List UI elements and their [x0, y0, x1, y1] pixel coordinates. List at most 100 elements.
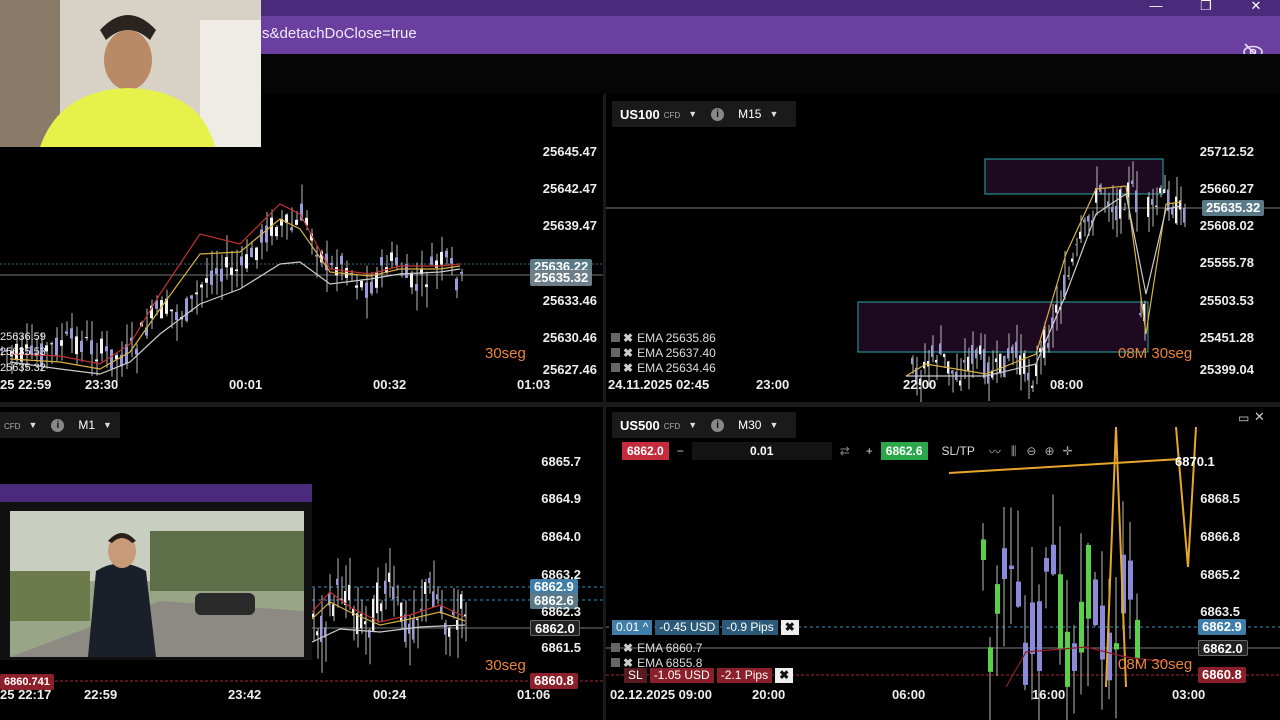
- crosshair-icon[interactable]: ✛: [1063, 444, 1073, 458]
- candle-body: [1093, 579, 1098, 626]
- remove-icon[interactable]: ✖: [623, 641, 633, 655]
- ema-legend-item[interactable]: ✖ EMA 6860.7: [611, 641, 702, 655]
- chevron-down-icon[interactable]: ▼: [769, 109, 778, 119]
- close-panel-icon[interactable]: ✕: [1254, 409, 1265, 425]
- candle-body: [340, 255, 343, 265]
- sltp-button[interactable]: SL/TP: [942, 444, 975, 458]
- position-line[interactable]: 0.01 ^ -0.45 USD -0.9 Pips ✖: [612, 620, 802, 635]
- maximize-icon[interactable]: ▭: [1238, 411, 1249, 425]
- candle-body: [435, 260, 438, 268]
- remove-icon[interactable]: ✖: [623, 361, 633, 375]
- candle-body: [967, 356, 969, 371]
- decrease-qty-button[interactable]: −: [677, 444, 684, 458]
- restore-icon[interactable]: ❐: [1186, 0, 1226, 16]
- y-label: 25633.46: [542, 293, 597, 308]
- x-label: 06:00: [892, 687, 926, 702]
- y-label: 25712.52: [1199, 144, 1254, 159]
- candle-body: [1163, 189, 1165, 194]
- candle-body: [1015, 341, 1017, 358]
- candle-body: [975, 349, 977, 359]
- candle-body: [200, 284, 203, 288]
- price-tag-current: 25635.32: [530, 270, 593, 286]
- close-position-icon[interactable]: ✖: [780, 620, 799, 635]
- candle-body: [420, 608, 422, 611]
- candle-body: [1087, 216, 1089, 222]
- candle-body: [195, 292, 198, 295]
- ema-value: EMA 6860.7: [637, 641, 703, 655]
- symbol-selector[interactable]: US100 CFD ▼ i M15 ▼: [612, 101, 796, 127]
- minimize-icon[interactable]: —: [1136, 0, 1176, 16]
- candle-body: [931, 345, 933, 358]
- info-icon[interactable]: i: [51, 418, 65, 432]
- stoploss-line[interactable]: SL -1.05 USD -2.1 Pips ✖: [624, 668, 796, 683]
- y-label: 6862.3: [541, 604, 581, 619]
- candle-body: [250, 247, 253, 258]
- url-text: s&detachDoClose=true: [262, 25, 417, 42]
- symbol-selector[interactable]: CFD ▼ i M1 ▼: [0, 412, 120, 438]
- candle-body: [220, 268, 223, 282]
- webcam-image: [0, 0, 261, 147]
- close-icon[interactable]: ✕: [1236, 0, 1276, 16]
- buy-button[interactable]: 6862.6: [880, 442, 928, 460]
- webcam-overlay: [0, 0, 261, 147]
- candle-body: [436, 594, 438, 600]
- ema-value: EMA 25637.40: [637, 346, 716, 360]
- candle-body: [1175, 196, 1177, 224]
- increase-qty-button[interactable]: +: [866, 444, 873, 458]
- candle-body: [1058, 574, 1063, 650]
- position-lots[interactable]: 0.01 ^: [612, 620, 653, 635]
- sl-usd: -1.05 USD: [649, 668, 714, 683]
- sell-button[interactable]: 6862.0: [622, 442, 669, 460]
- chevron-down-icon[interactable]: ▼: [769, 420, 778, 430]
- zoom-out-icon[interactable]: ⊖: [1026, 444, 1036, 458]
- candle-body: [1007, 348, 1009, 359]
- candle-body: [1135, 619, 1140, 659]
- chevron-down-icon[interactable]: ▼: [28, 420, 37, 430]
- x-label: 01:03: [517, 377, 551, 392]
- swap-icon[interactable]: ⇄: [840, 444, 850, 458]
- candle-body: [90, 340, 93, 355]
- candle-body: [255, 247, 258, 261]
- x-label: 02.12.2025 09:00: [610, 687, 712, 702]
- candle-body: [424, 582, 426, 594]
- info-icon[interactable]: i: [711, 107, 725, 121]
- candle-body: [348, 584, 350, 601]
- candle-body: [95, 359, 98, 362]
- remove-icon[interactable]: ✖: [623, 346, 633, 360]
- x-label: 20:00: [752, 687, 786, 702]
- ema-legend-item[interactable]: ✖ EMA 25635.86: [611, 331, 716, 345]
- ema-legend-item[interactable]: ✖ EMA 25637.40: [611, 346, 716, 360]
- left-price-tag: 6860.741: [0, 674, 54, 690]
- ema-legend-item[interactable]: ✖ EMA 25634.46: [611, 361, 716, 375]
- candle-body: [440, 252, 443, 265]
- order-ticket[interactable]: 6862.0 − 0.01 ⇄ + 6862.6 SL/TP 〰 ⫼ ⊖ ⊕ ✛: [622, 441, 1074, 461]
- y-label: 6864.9: [541, 491, 581, 506]
- remove-sl-icon[interactable]: ✖: [775, 668, 794, 683]
- chart-panel-top-right[interactable]: US100 CFD ▼ i M15 ▼ ✖ EMA 25635.86 ✖ EMA 2…: [606, 94, 1280, 402]
- candle-body: [1047, 343, 1049, 348]
- remove-icon[interactable]: ✖: [623, 331, 633, 345]
- symbol-selector[interactable]: US500 CFD ▼ i M30 ▼: [612, 412, 796, 438]
- chevron-down-icon[interactable]: ▼: [688, 420, 697, 430]
- candle-body: [1065, 631, 1070, 687]
- zoom-in-icon[interactable]: ⊕: [1044, 444, 1054, 458]
- y-label: 6864.0: [541, 529, 581, 544]
- chevron-down-icon[interactable]: ▼: [103, 420, 112, 430]
- chevron-down-icon[interactable]: ▼: [688, 109, 697, 119]
- candle-body: [336, 578, 338, 586]
- candlestick-icon[interactable]: ⫼: [1011, 444, 1017, 459]
- y-label: 6865.7: [541, 454, 581, 469]
- x-label: 00:24: [373, 687, 407, 702]
- info-icon[interactable]: i: [711, 418, 725, 432]
- quantity-input[interactable]: 0.01: [691, 442, 832, 460]
- candle-body: [175, 311, 178, 321]
- candle-body: [400, 602, 402, 622]
- candle-body: [971, 345, 973, 364]
- y-label: 25660.27: [1199, 181, 1254, 196]
- candle-body: [979, 345, 981, 355]
- candle-body: [85, 337, 88, 339]
- cfd-badge: CFD: [4, 421, 21, 431]
- y-label: 25639.47: [542, 218, 597, 233]
- candle-body: [388, 572, 390, 582]
- line-chart-icon[interactable]: 〰: [989, 443, 1001, 460]
